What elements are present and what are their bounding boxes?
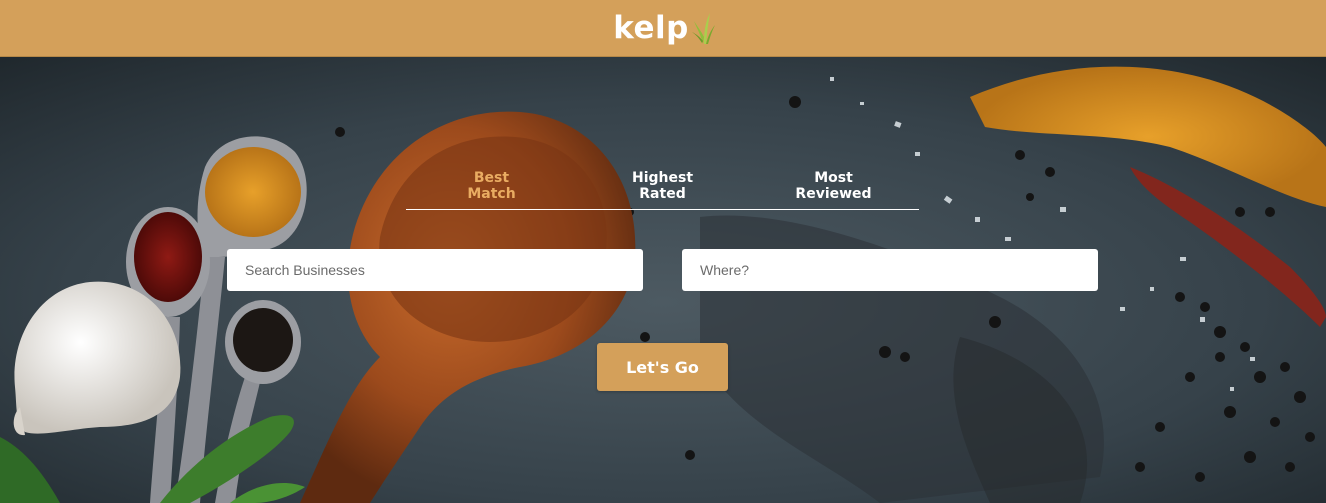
hero-section: Best Match Highest Rated Most Reviewed L…: [0, 57, 1326, 503]
tab-most-reviewed-line2: Reviewed: [795, 186, 872, 202]
spices-background-image: [0, 57, 1326, 503]
tab-best-match[interactable]: Best Match: [406, 170, 577, 209]
tab-most-reviewed-line1: Most: [814, 170, 853, 186]
kelp-leaf-icon: [691, 13, 715, 44]
tab-highest-rated-line1: Highest: [631, 170, 694, 186]
logo-text: kelp: [613, 9, 689, 46]
tab-best-match-line2: Match: [467, 186, 516, 202]
tab-highest-rated-line2: Rated: [639, 186, 686, 202]
tab-highest-rated[interactable]: Highest Rated: [577, 170, 748, 209]
search-businesses-input[interactable]: [227, 249, 643, 291]
sort-tabs: Best Match Highest Rated Most Reviewed: [406, 170, 919, 210]
search-location-input[interactable]: [682, 249, 1098, 291]
logo[interactable]: kelp: [613, 11, 717, 45]
lets-go-button[interactable]: Let's Go: [597, 343, 728, 391]
top-header: kelp: [0, 0, 1326, 57]
tab-most-reviewed[interactable]: Most Reviewed: [748, 170, 919, 209]
tab-best-match-line1: Best: [473, 170, 510, 186]
